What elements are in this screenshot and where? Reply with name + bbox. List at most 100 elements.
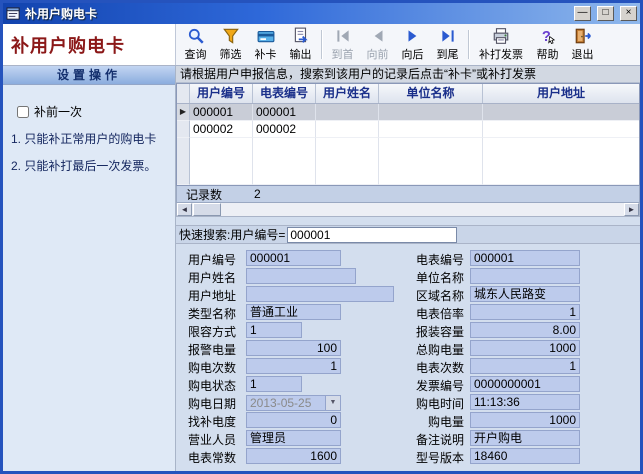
- field-purchase-times[interactable]: 1: [246, 358, 341, 374]
- exit-icon: [574, 27, 592, 45]
- row-selector: [177, 121, 190, 138]
- cell-user-id: 000002: [190, 121, 253, 138]
- reissue-previous-checkbox[interactable]: [17, 106, 29, 118]
- field-alarm-power[interactable]: 100: [246, 340, 341, 356]
- field-type-name[interactable]: 普通工业: [246, 304, 341, 320]
- toolbar-button-first[interactable]: 到首: [325, 26, 360, 63]
- scrollbar-thumb[interactable]: [193, 203, 221, 216]
- label-type-name: 类型名称: [188, 305, 246, 322]
- field-purchase-time[interactable]: 11:13:36: [470, 394, 580, 410]
- toolbar-label: 向后: [402, 46, 424, 62]
- toolbar-label: 筛选: [220, 46, 242, 62]
- toolbar-button-next[interactable]: 向后: [395, 26, 430, 63]
- chevron-down-icon[interactable]: ▼: [325, 396, 340, 410]
- toolbar-label: 输出: [290, 46, 312, 62]
- field-meter-id[interactable]: 000001: [470, 250, 580, 266]
- scroll-right-arrow-icon[interactable]: ►: [624, 203, 639, 216]
- cell-unit-name: [379, 121, 483, 138]
- label-meter-constant: 电表常数: [188, 449, 246, 466]
- label-total-purchased-power: 总购电量: [408, 341, 470, 358]
- toolbar-button-prev[interactable]: 向前: [360, 26, 395, 63]
- label-purchase-date: 购电日期: [188, 395, 246, 412]
- app-title-panel: 补用户购电卡: [3, 24, 176, 65]
- row-selector-track: [177, 138, 190, 185]
- table-row[interactable]: ▶ 000001 000001: [177, 104, 639, 121]
- user-table: 用户编号 电表编号 用户姓名 单位名称 用户地址 ▶ 000001 000001: [176, 83, 640, 186]
- field-unit-name[interactable]: [470, 268, 580, 284]
- column-header-user-address[interactable]: 用户地址: [483, 84, 639, 103]
- field-meter-times[interactable]: 1: [470, 358, 580, 374]
- help-icon: ?: [539, 27, 557, 45]
- table-row[interactable]: 000002 000002: [177, 121, 639, 138]
- cell-user-address: [483, 121, 639, 138]
- first-icon: [334, 27, 352, 45]
- toolbar-button-reissue-card[interactable]: 补卡: [248, 26, 283, 63]
- field-operator[interactable]: 管理员: [246, 430, 341, 446]
- horizontal-scrollbar[interactable]: ◄ ►: [176, 203, 640, 217]
- column-header-user-id[interactable]: 用户编号: [190, 84, 253, 103]
- purchase-date-value: 2013-05-25: [247, 396, 325, 410]
- field-adjustment-power[interactable]: 0: [246, 412, 341, 428]
- close-button[interactable]: ×: [620, 6, 637, 21]
- minimize-button[interactable]: —: [574, 6, 591, 21]
- toolbar-label: 退出: [572, 46, 594, 62]
- field-purchase-status[interactable]: 1: [246, 376, 302, 392]
- field-user-name[interactable]: [246, 268, 356, 284]
- page-title: 补用户购电卡: [11, 32, 125, 58]
- column-header-unit-name[interactable]: 单位名称: [379, 84, 483, 103]
- empty-cell: [253, 138, 316, 185]
- toolbar-label: 补卡: [255, 46, 277, 62]
- column-header-user-name[interactable]: 用户姓名: [316, 84, 379, 103]
- toolbar-label: 到尾: [437, 46, 459, 62]
- field-meter-ratio[interactable]: 1: [470, 304, 580, 320]
- toolbar-button-exit[interactable]: 退出: [565, 26, 600, 63]
- toolbar-button-last[interactable]: 到尾: [430, 26, 465, 63]
- prev-icon: [369, 27, 387, 45]
- field-region-name[interactable]: 城东人民路变: [470, 286, 580, 302]
- filter-icon: [222, 27, 240, 45]
- field-user-address[interactable]: [246, 286, 394, 302]
- field-meter-constant[interactable]: 1600: [246, 448, 341, 464]
- main-panel: 请根据用户申报信息，搜索到该用户的记录后点击“补卡”或补打发票 用户编号 电表编…: [176, 66, 640, 471]
- titlebar[interactable]: 补用户购电卡 — □ ×: [3, 3, 640, 24]
- field-purchased-power[interactable]: 1000: [470, 412, 580, 428]
- label-purchase-time: 购电时间: [408, 395, 470, 412]
- toolbar-label: 帮助: [537, 46, 559, 62]
- field-total-purchased-power[interactable]: 1000: [470, 340, 580, 356]
- last-icon: [439, 27, 457, 45]
- toolbar-button-query[interactable]: 查询: [178, 26, 213, 63]
- purchase-date-combobox[interactable]: 2013-05-25 ▼: [246, 395, 341, 411]
- field-remark[interactable]: 开户购电: [470, 430, 580, 446]
- printer-icon: [492, 27, 510, 45]
- toolbar-button-reprint-invoice[interactable]: 补打发票: [472, 26, 530, 63]
- field-user-id[interactable]: 000001: [246, 250, 341, 266]
- field-invoice-number[interactable]: 0000000001: [470, 376, 580, 392]
- field-installed-capacity[interactable]: 8.00: [470, 322, 580, 338]
- row-selector-header: [177, 84, 190, 103]
- label-meter-times: 电表次数: [408, 359, 470, 376]
- maximize-button[interactable]: □: [597, 6, 614, 21]
- toolbar-button-export[interactable]: 输出: [283, 26, 318, 63]
- column-header-meter-id[interactable]: 电表编号: [253, 84, 316, 103]
- toolbar-button-filter[interactable]: 筛选: [213, 26, 248, 63]
- label-model-version: 型号版本: [408, 449, 470, 466]
- cell-user-name: [316, 121, 379, 138]
- search-icon: [187, 27, 205, 45]
- field-model-version[interactable]: 18460: [470, 448, 580, 464]
- scrollbar-track[interactable]: [221, 203, 624, 216]
- sidebar: 设置操作 补前一次 1. 只能补正常用户的购电卡 2. 只能补打最后一次发票。: [3, 66, 176, 471]
- label-region-name: 区域名称: [408, 287, 470, 304]
- toolbar-button-help[interactable]: ? 帮助: [530, 26, 565, 63]
- next-icon: [404, 27, 422, 45]
- quick-search-input[interactable]: [287, 227, 457, 243]
- field-capacity-limit-mode[interactable]: 1: [246, 322, 302, 338]
- window-title: 补用户购电卡: [25, 5, 568, 22]
- label-meter-ratio: 电表倍率: [408, 305, 470, 322]
- reissue-previous-checkbox-row[interactable]: 补前一次: [17, 103, 175, 120]
- toolbar-separator: [321, 30, 322, 59]
- export-icon: [292, 27, 310, 45]
- empty-cell: [316, 138, 379, 185]
- cell-meter-id: 000001: [253, 104, 316, 121]
- checkbox-label: 补前一次: [34, 103, 82, 120]
- scroll-left-arrow-icon[interactable]: ◄: [177, 203, 192, 216]
